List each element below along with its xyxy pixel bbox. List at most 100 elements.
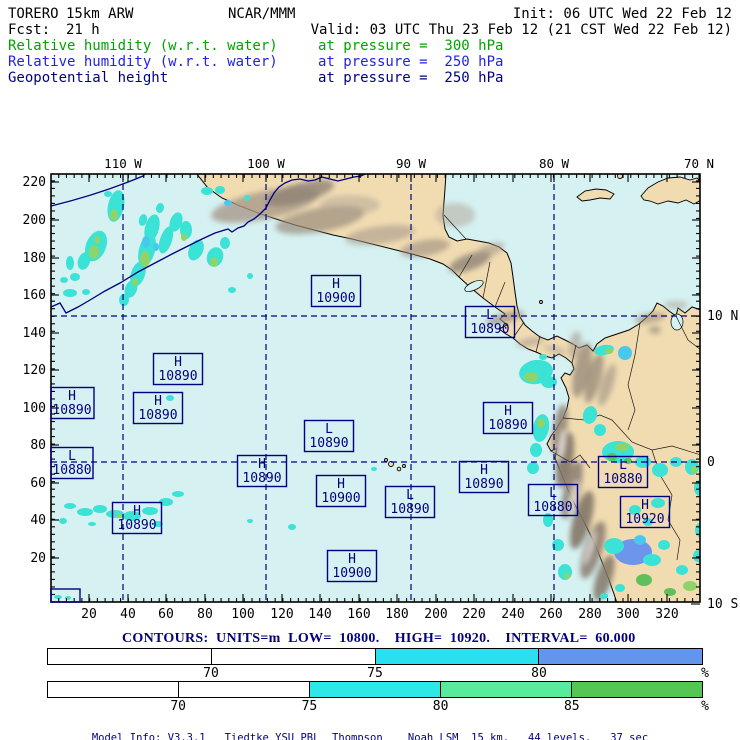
- map-graphic-ellipse: [615, 443, 629, 451]
- x-axis-label: 260: [539, 607, 562, 622]
- marker-value: 10900: [316, 291, 355, 306]
- map-graphic-ellipse: [524, 372, 538, 382]
- map-graphic-ellipse: [539, 354, 547, 360]
- map-graphic-ellipse: [691, 466, 697, 474]
- map-graphic-ellipse: [140, 251, 150, 267]
- map-graphic-ellipse: [652, 463, 668, 477]
- marker-letter: L: [325, 422, 333, 437]
- y-axis-label: 100: [23, 401, 46, 416]
- y-axis-label: 20: [30, 551, 46, 566]
- map-graphic-ellipse: [82, 289, 90, 295]
- map-graphic-ellipse: [634, 535, 646, 545]
- weather-plot-page: TORERO 15km ARW NCAR/MMM Init: 06 UTC We…: [0, 0, 740, 740]
- map-graphic-ellipse: [93, 505, 107, 513]
- x-axis-label: 60: [158, 607, 174, 622]
- map-graphic-ellipse: [636, 574, 652, 586]
- x-axis-label: 320: [655, 607, 678, 622]
- map-graphic-ellipse: [615, 584, 625, 592]
- marker-letter: H: [348, 552, 356, 567]
- longitude-label: 100 W: [247, 156, 285, 171]
- longitude-label: 70 N: [684, 156, 714, 171]
- marker-value: 10900: [332, 566, 371, 581]
- map-graphic-ellipse: [54, 595, 62, 599]
- map-graphic-ellipse: [88, 522, 96, 526]
- colorbar-tick-label: 75: [367, 666, 383, 681]
- x-axis-label: 100: [231, 607, 254, 622]
- longitude-label: 80 W: [539, 156, 570, 171]
- marker-letter: H: [174, 355, 182, 370]
- colorbar-segment: [309, 682, 440, 697]
- marker-letter: H: [332, 277, 340, 292]
- latitude-label: 0: [707, 455, 715, 470]
- map-graphic-ellipse: [435, 203, 475, 227]
- map-graphic-ellipse: [215, 186, 225, 194]
- map-graphic-ellipse: [288, 524, 296, 530]
- map-graphic-ellipse: [65, 596, 71, 600]
- x-axis-label: 140: [308, 607, 331, 622]
- marker-letter: H: [154, 394, 162, 409]
- marker-letter: H: [258, 457, 266, 472]
- y-axis-label: 160: [23, 288, 46, 303]
- map-graphic-ellipse: [153, 243, 159, 251]
- map-graphic-ellipse: [63, 289, 77, 297]
- island-galapagos: [396, 466, 402, 472]
- x-axis-label: 240: [501, 607, 524, 622]
- marker-value: 10880: [533, 500, 572, 515]
- marker-value: 10890: [488, 418, 527, 433]
- marker-letter: H: [641, 498, 649, 513]
- map-graphic-ellipse: [66, 256, 74, 270]
- map-graphic-ellipse: [371, 467, 377, 471]
- map-graphic-ellipse: [224, 200, 232, 206]
- map-graphic-ellipse: [77, 508, 93, 516]
- map-graphic-ellipse: [664, 588, 676, 596]
- y-axis-label: 200: [23, 213, 46, 228]
- model-info-line1: Model Info: V3.3.1 Tiedtke YSU PBL Thomp…: [91, 732, 649, 740]
- map-graphic-ellipse: [142, 236, 150, 248]
- map-graphic-ellipse: [683, 581, 697, 591]
- y-axis-label: 80: [30, 438, 46, 453]
- map-plot: 20 40 60 80 100 120 140 160 180 200 220 240 260 280 30…: [23, 156, 739, 622]
- map-graphic-ellipse: [594, 424, 606, 436]
- map-graphic-ellipse: [110, 209, 118, 221]
- map-graphic-ellipse: [89, 245, 99, 259]
- map-graphic-ellipse: [618, 346, 632, 360]
- x-axis-label: 280: [578, 607, 601, 622]
- map-graphic-ellipse: [210, 257, 218, 267]
- marker-value: 10880: [52, 463, 91, 478]
- map-graphic-ellipse: [649, 326, 661, 334]
- y-axis-label: 220: [23, 175, 46, 190]
- map-graphic-ellipse: [658, 540, 670, 550]
- colorbar-segment: [178, 682, 309, 697]
- colorbar-segment: [210, 649, 375, 664]
- map-graphic-ellipse: [530, 443, 542, 457]
- map-graphic-ellipse: [600, 593, 608, 599]
- map-canvas: [51, 174, 700, 602]
- x-axis-label: 200: [424, 607, 447, 622]
- contour-info: CONTOURS: UNITS=m LOW= 10800. HIGH= 1092…: [122, 631, 636, 646]
- map-graphic-ellipse: [604, 538, 624, 554]
- island-galapagos: [402, 464, 406, 468]
- marker-value: 10890: [158, 369, 197, 384]
- map-graphic-ellipse: [228, 287, 236, 293]
- marker-letter: H: [68, 389, 76, 404]
- map-graphic-ellipse: [181, 233, 187, 241]
- colorbar-segment: [48, 649, 211, 664]
- marker-value: 10890: [390, 502, 429, 517]
- marker-letter: H: [337, 477, 345, 492]
- marker-letter: L: [68, 449, 76, 464]
- marker-value: 10890: [309, 436, 348, 451]
- colorbar-segment: [538, 649, 702, 664]
- map-graphic-ellipse: [537, 418, 545, 428]
- x-axis-label: 40: [120, 607, 136, 622]
- map-graphic-ellipse: [651, 498, 665, 508]
- marker-letter: L: [619, 458, 627, 473]
- colorbar-segment: [48, 682, 178, 697]
- map-graphic-ellipse: [247, 519, 253, 523]
- colorbar-segment: [571, 682, 702, 697]
- x-axis-label: 120: [270, 607, 293, 622]
- marker-value: 10890: [464, 477, 503, 492]
- y-axis-label: 140: [23, 326, 46, 341]
- longitude-label: 110 W: [104, 156, 142, 171]
- map-graphic-ellipse: [244, 195, 250, 201]
- marker-value: 10890: [470, 322, 509, 337]
